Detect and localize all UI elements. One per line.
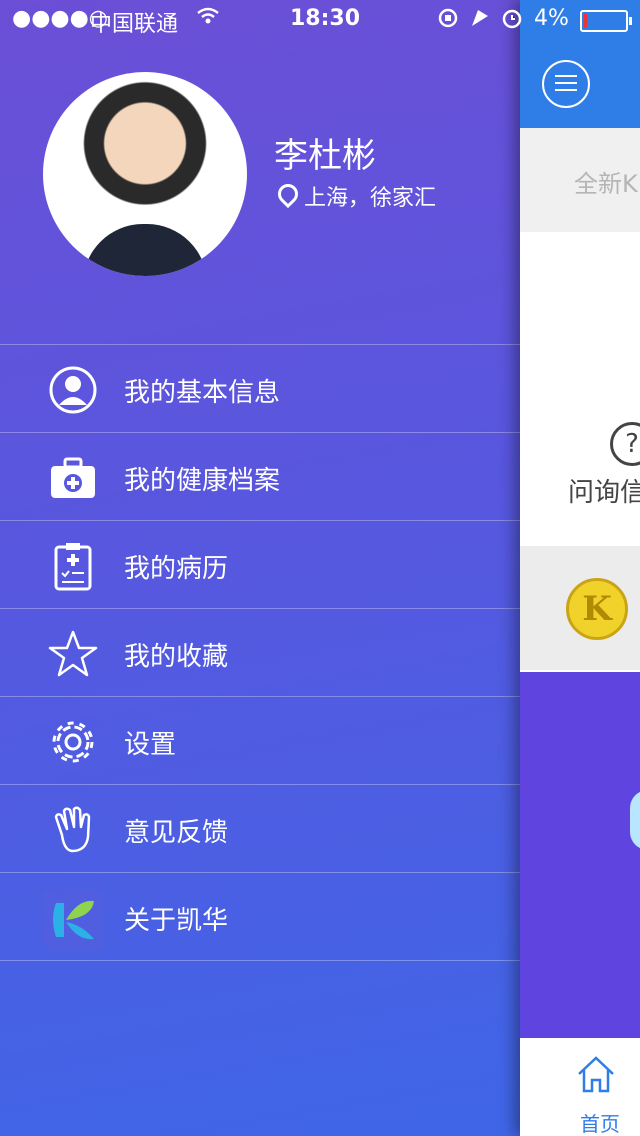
rotation-lock-icon (438, 8, 458, 28)
status-icons (438, 6, 524, 36)
ask-label[interactable]: 问询信 (568, 472, 640, 509)
home-icon[interactable] (576, 1054, 616, 1094)
menu-label: 关于凯华 (124, 906, 229, 936)
clock: 18:30 (290, 6, 361, 31)
status-bar: ●●●●○ 中国联通 18:30 4% (0, 0, 640, 40)
menu-label: 我的病历 (124, 554, 229, 584)
hamburger-menu-button[interactable] (542, 60, 590, 108)
user-name: 李杜彬 (274, 136, 376, 176)
banner-text: 全新K (574, 170, 638, 198)
coin-icon[interactable]: K (566, 578, 628, 640)
menu-item-about[interactable]: 关于凯华 (0, 872, 520, 961)
medical-kit-icon (51, 457, 95, 498)
question-icon[interactable]: ? (610, 422, 640, 466)
bubble-icon (630, 790, 640, 850)
main-screen-peek[interactable]: 全新K ? 问询信 K 首页 (520, 0, 640, 1136)
star-icon (48, 630, 98, 677)
location-arrow-icon (472, 10, 488, 26)
carrier-name: 中国联通 (90, 12, 179, 37)
alarm-icon (502, 9, 522, 29)
menu-label: 意见反馈 (124, 818, 229, 848)
tab-home-label[interactable]: 首页 (580, 1108, 620, 1136)
app-logo-icon (42, 889, 104, 951)
drawer-menu: 我的基本信息 我的健康档案 我的病历 我的收藏 设置 意见反馈 关于凯华 (0, 344, 520, 961)
hand-icon (54, 806, 91, 853)
menu-item-favorites[interactable]: 我的收藏 (0, 608, 520, 696)
user-icon (49, 366, 97, 414)
gear-icon (52, 721, 94, 763)
wifi-icon (196, 6, 220, 32)
battery-icon (580, 10, 632, 32)
side-drawer: 李杜彬 上海，徐家汇 我的基本信息 我的健康档案 我的病历 我的收藏 设置 意见… (0, 0, 520, 1136)
menu-label: 我的健康档案 (124, 466, 281, 496)
battery-percent: 4% (534, 6, 569, 31)
feature-panel (520, 672, 640, 1038)
menu-item-health-records[interactable]: 我的健康档案 (0, 432, 520, 520)
user-location: 上海，徐家汇 (273, 179, 437, 212)
menu-label: 我的基本信息 (124, 378, 281, 408)
menu-label: 我的收藏 (124, 642, 229, 672)
avatar[interactable] (43, 72, 247, 276)
menu-item-settings[interactable]: 设置 (0, 696, 520, 784)
menu-item-feedback[interactable]: 意见反馈 (0, 784, 520, 872)
menu-item-medical-history[interactable]: 我的病历 (0, 520, 520, 608)
clipboard-icon (54, 543, 92, 591)
menu-item-basic-info[interactable]: 我的基本信息 (0, 344, 520, 432)
menu-label: 设置 (124, 730, 177, 760)
location-pin-icon (273, 179, 303, 209)
location-text: 上海，徐家汇 (304, 186, 437, 211)
